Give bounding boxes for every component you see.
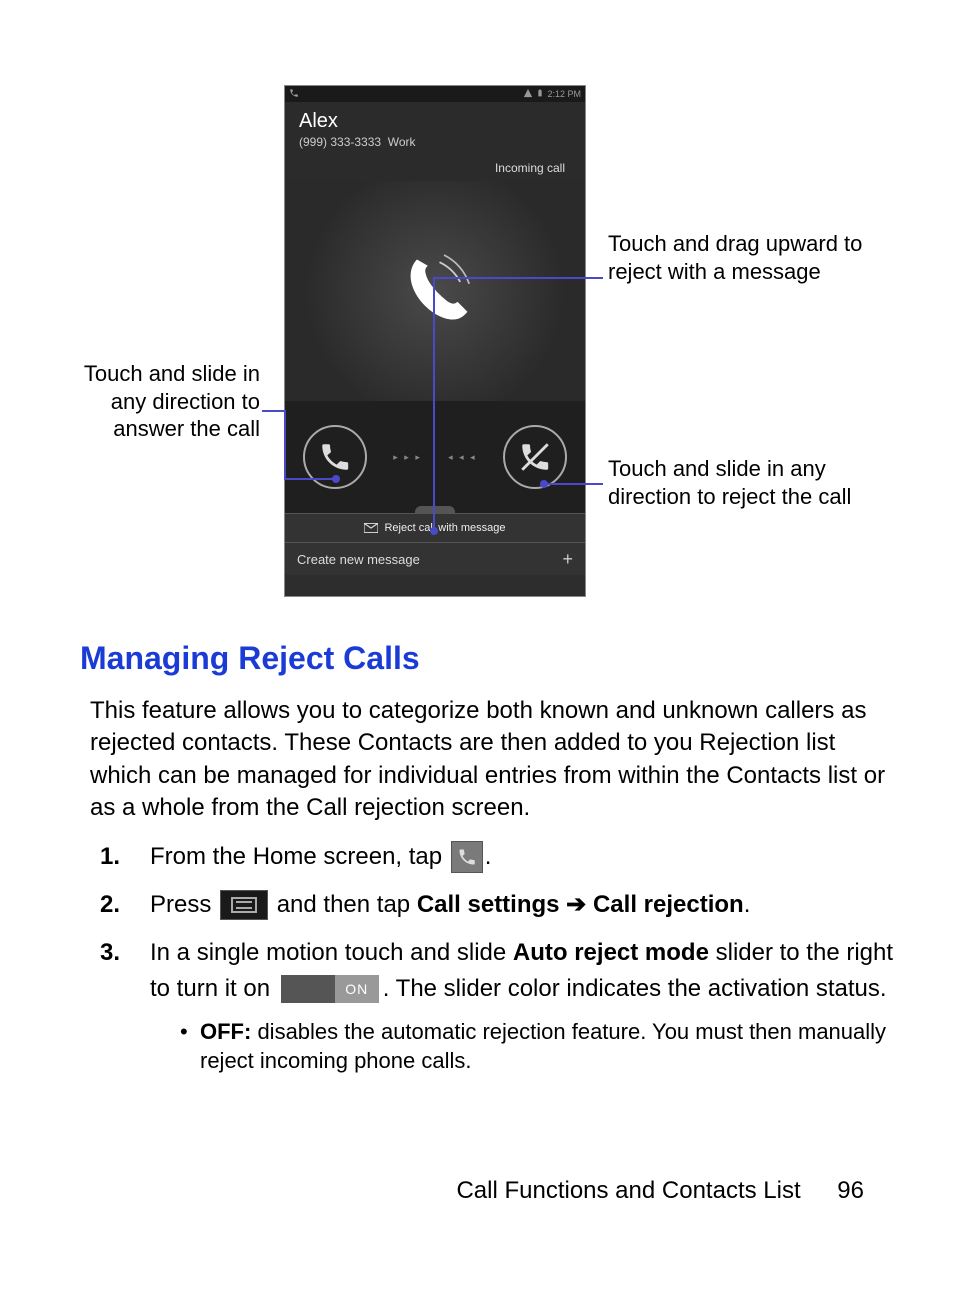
step-3: 3. In a single motion touch and slide Au… bbox=[100, 935, 899, 1076]
menu-path: Call settings bbox=[417, 891, 560, 918]
step-number: 3. bbox=[100, 935, 150, 971]
menu-button-icon bbox=[220, 890, 268, 920]
step-text: and then tap bbox=[277, 891, 417, 918]
reject-with-message-label: Reject call with message bbox=[384, 522, 505, 534]
step-text: In a single motion touch and slide bbox=[150, 939, 513, 966]
step-text: . bbox=[485, 843, 492, 870]
step-text: . bbox=[744, 891, 751, 918]
step-text: From the Home screen, tap bbox=[150, 843, 449, 870]
create-message-bar[interactable]: Create new message + bbox=[285, 543, 585, 575]
callout-line bbox=[435, 277, 603, 279]
swipe-hint-right: ◂ ◂ ◂ bbox=[448, 452, 477, 463]
menu-path: Call rejection bbox=[593, 891, 744, 918]
signal-icon bbox=[523, 88, 533, 100]
callout-dot bbox=[540, 480, 548, 488]
call-action-bar: ▸ ▸ ▸ ◂ ◂ ◂ bbox=[285, 401, 585, 513]
step-text: . The slider color indicates the activat… bbox=[383, 975, 887, 1002]
caller-info: Alex (999) 333-3333 Work Incoming call bbox=[285, 102, 585, 181]
message-x-icon bbox=[364, 523, 378, 533]
callout-dot bbox=[430, 527, 438, 535]
bullet-icon: • bbox=[180, 1017, 200, 1076]
caller-type: Work bbox=[388, 135, 416, 149]
callout-reject-message: Touch and drag upward to reject with a m… bbox=[608, 230, 888, 285]
phone-reject-icon bbox=[518, 440, 552, 474]
callout-line bbox=[433, 277, 435, 529]
callout-reject: Touch and slide in any direction to reje… bbox=[608, 455, 888, 510]
step-2: 2. Press and then tap Call settings ➔ Ca… bbox=[100, 887, 899, 923]
callout-answer: Touch and slide in any direction to answ… bbox=[80, 360, 260, 443]
slider-on-label: ON bbox=[335, 975, 379, 1003]
phone-status-icon bbox=[289, 88, 299, 100]
callout-line bbox=[284, 478, 334, 480]
call-area[interactable] bbox=[285, 181, 585, 401]
phone-app-icon bbox=[451, 841, 483, 873]
battery-icon bbox=[536, 88, 544, 100]
phone-answer-icon bbox=[318, 440, 352, 474]
plus-icon: + bbox=[562, 549, 573, 570]
callout-line bbox=[262, 410, 284, 412]
slider-name: Auto reject mode bbox=[513, 939, 709, 966]
page-number: 96 bbox=[837, 1177, 864, 1204]
incoming-call-label: Incoming call bbox=[299, 161, 571, 175]
arrow-icon: ➔ bbox=[560, 891, 593, 918]
page-footer: Call Functions and Contacts List 96 bbox=[456, 1177, 864, 1205]
caller-number: (999) 333-3333 bbox=[299, 135, 381, 149]
step-1: 1. From the Home screen, tap . bbox=[100, 839, 899, 875]
step-number: 1. bbox=[100, 839, 150, 875]
reject-button[interactable] bbox=[503, 425, 567, 489]
section-heading: Managing Reject Calls bbox=[80, 640, 899, 677]
step-number: 2. bbox=[100, 887, 150, 923]
callout-dot bbox=[332, 475, 340, 483]
status-time: 2:12 PM bbox=[547, 89, 581, 99]
intro-paragraph: This feature allows you to categorize bo… bbox=[90, 695, 899, 825]
bullet-off: • OFF: disables the automatic rejection … bbox=[180, 1017, 899, 1076]
bullet-text: disables the automatic rejection feature… bbox=[200, 1019, 886, 1074]
bullet-label: OFF: bbox=[200, 1019, 251, 1044]
caller-name: Alex bbox=[299, 110, 571, 133]
swipe-hint-left: ▸ ▸ ▸ bbox=[393, 452, 422, 463]
phone-screenshot: 2:12 PM Alex (999) 333-3333 Work Incomin… bbox=[284, 85, 586, 597]
create-message-label: Create new message bbox=[297, 552, 420, 567]
callout-line bbox=[545, 483, 603, 485]
status-bar: 2:12 PM bbox=[285, 86, 585, 102]
on-slider-icon: ON bbox=[281, 975, 379, 1003]
caller-number-line: (999) 333-3333 Work bbox=[299, 135, 571, 149]
large-phone-icon bbox=[390, 246, 480, 336]
step-text: Press bbox=[150, 891, 218, 918]
callout-line bbox=[284, 410, 286, 478]
section-title: Call Functions and Contacts List bbox=[456, 1177, 800, 1204]
